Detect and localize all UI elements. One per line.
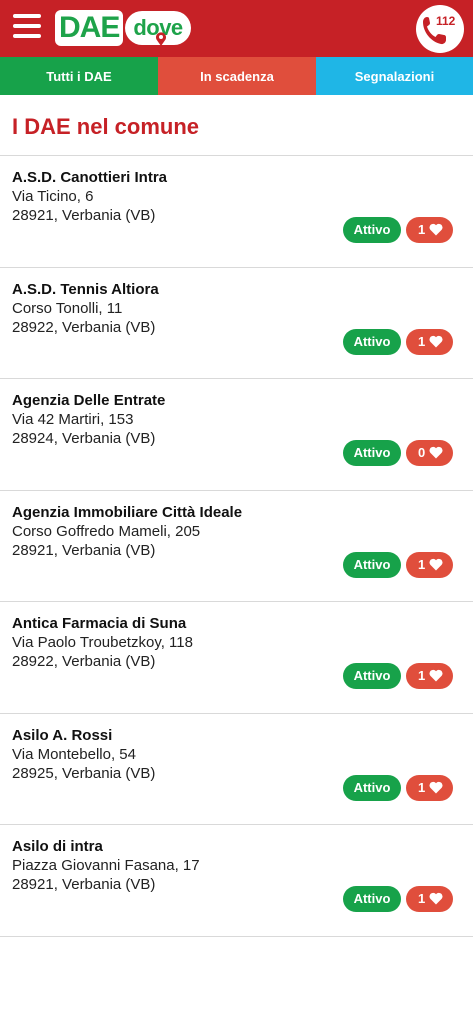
app-logo[interactable]: DAE dove [55,10,191,48]
item-street: Via Ticino, 6 [12,188,94,205]
tab-tutti-i-dae[interactable]: Tutti i DAE [0,57,158,95]
status-badge[interactable]: Attivo [343,886,401,912]
status-badge[interactable]: Attivo [343,774,401,801]
item-name: Agenzia Delle Entrate [12,392,166,409]
item-name: A.S.D. Canottieri Intra [12,169,168,186]
tab-bar: Tutti i DAE In scadenza Segnalazioni [0,57,473,95]
status-badge[interactable]: Attivo [343,217,401,243]
list-item[interactable]: A.S.D. Canottieri Intra Via Ticino, 6 28… [0,156,473,268]
list-item[interactable]: Agenzia Delle Entrate Via 42 Martiri, 15… [0,379,473,491]
item-street: Via Paolo Troubetzkoy, 118 [12,634,193,651]
status-badge[interactable]: Attivo [343,440,401,466]
heart-icon [429,223,443,236]
item-street: Via 42 Martiri, 153 [12,411,134,428]
page-title: I DAE nel comune [12,114,200,139]
item-name: A.S.D. Tennis Altiora [12,280,159,298]
list-item[interactable]: Asilo A. Rossi Via Montebello, 54 28925,… [0,714,473,825]
map-pin-icon [156,32,166,46]
likes-count: 1 [418,333,426,349]
list-item[interactable]: A.S.D. Tennis Altiora Corso Tonolli, 11 … [0,268,473,379]
hamburger-menu-icon[interactable] [13,14,41,38]
item-name: Agenzia Immobiliare Città Ideale [12,503,243,521]
item-name: Asilo A. Rossi [12,726,113,744]
app-header: DAE dove 112 [0,0,473,57]
item-street: Via Montebello, 54 [12,745,136,763]
item-street: Corso Tonolli, 11 [12,299,123,317]
likes-count: 1 [418,222,426,237]
likes-button[interactable]: 0 [406,440,453,466]
emergency-number: 112 [436,14,456,28]
heart-icon [429,669,443,682]
item-city: 28922, Verbania (VB) [12,653,156,670]
logo-dae-text: DAE [55,10,124,46]
heart-icon [429,781,443,793]
list-item[interactable]: Asilo di intra Piazza Giovanni Fasana, 1… [0,825,473,937]
status-badge[interactable]: Attivo [343,551,401,578]
list-item[interactable]: Antica Farmacia di Suna Via Paolo Troube… [0,602,473,714]
item-city: 28922, Verbania (VB) [12,318,156,336]
item-city: 28921, Verbania (VB) [12,876,156,893]
item-street: Corso Goffredo Mameli, 205 [12,522,201,540]
item-city: 28921, Verbania (VB) [12,207,156,224]
likes-button[interactable]: 1 [406,217,453,243]
item-city: 28921, Verbania (VB) [12,541,156,559]
likes-button[interactable]: 1 [406,886,453,912]
heart-icon [429,446,443,459]
likes-count: 1 [418,556,426,572]
item-city: 28924, Verbania (VB) [12,430,156,447]
heart-icon [429,558,443,570]
item-city: 28925, Verbania (VB) [12,764,156,782]
tab-in-scadenza[interactable]: In scadenza [158,57,316,95]
status-badge[interactable]: Attivo [343,328,401,355]
list-item[interactable]: Agenzia Immobiliare Città Ideale Corso G… [0,491,473,602]
heart-icon [429,335,443,347]
dae-list: A.S.D. Canottieri Intra Via Ticino, 6 28… [0,156,473,937]
tab-segnalazioni[interactable]: Segnalazioni [316,57,473,95]
likes-button[interactable]: 1 [406,328,453,355]
likes-count: 0 [418,445,426,460]
likes-button[interactable]: 1 [406,774,453,801]
likes-count: 1 [418,779,426,795]
likes-count: 1 [418,668,426,683]
likes-button[interactable]: 1 [406,551,453,578]
emergency-call-button[interactable]: 112 [416,5,464,53]
likes-button[interactable]: 1 [406,663,453,689]
item-name: Antica Farmacia di Suna [12,615,187,632]
item-street: Piazza Giovanni Fasana, 17 [12,857,200,874]
item-name: Asilo di intra [12,838,103,855]
heart-icon [429,892,443,905]
status-badge[interactable]: Attivo [343,663,401,689]
likes-count: 1 [418,891,426,906]
